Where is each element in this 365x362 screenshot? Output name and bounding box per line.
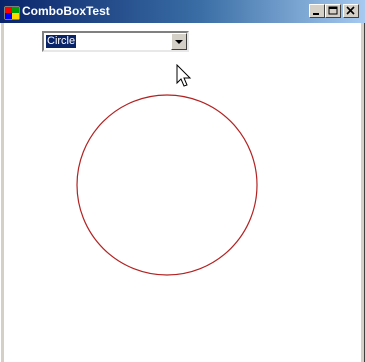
chevron-down-icon [175, 40, 183, 44]
mouse-cursor-icon [176, 64, 192, 87]
circle-shape [76, 94, 258, 276]
shape-combobox[interactable]: Circle [42, 31, 189, 52]
app-window: ComboBoxTest Circle [0, 0, 365, 362]
combobox-dropdown-button[interactable] [171, 33, 187, 50]
combobox-selected-value: Circle [46, 35, 77, 48]
drawing-canvas [76, 94, 258, 276]
